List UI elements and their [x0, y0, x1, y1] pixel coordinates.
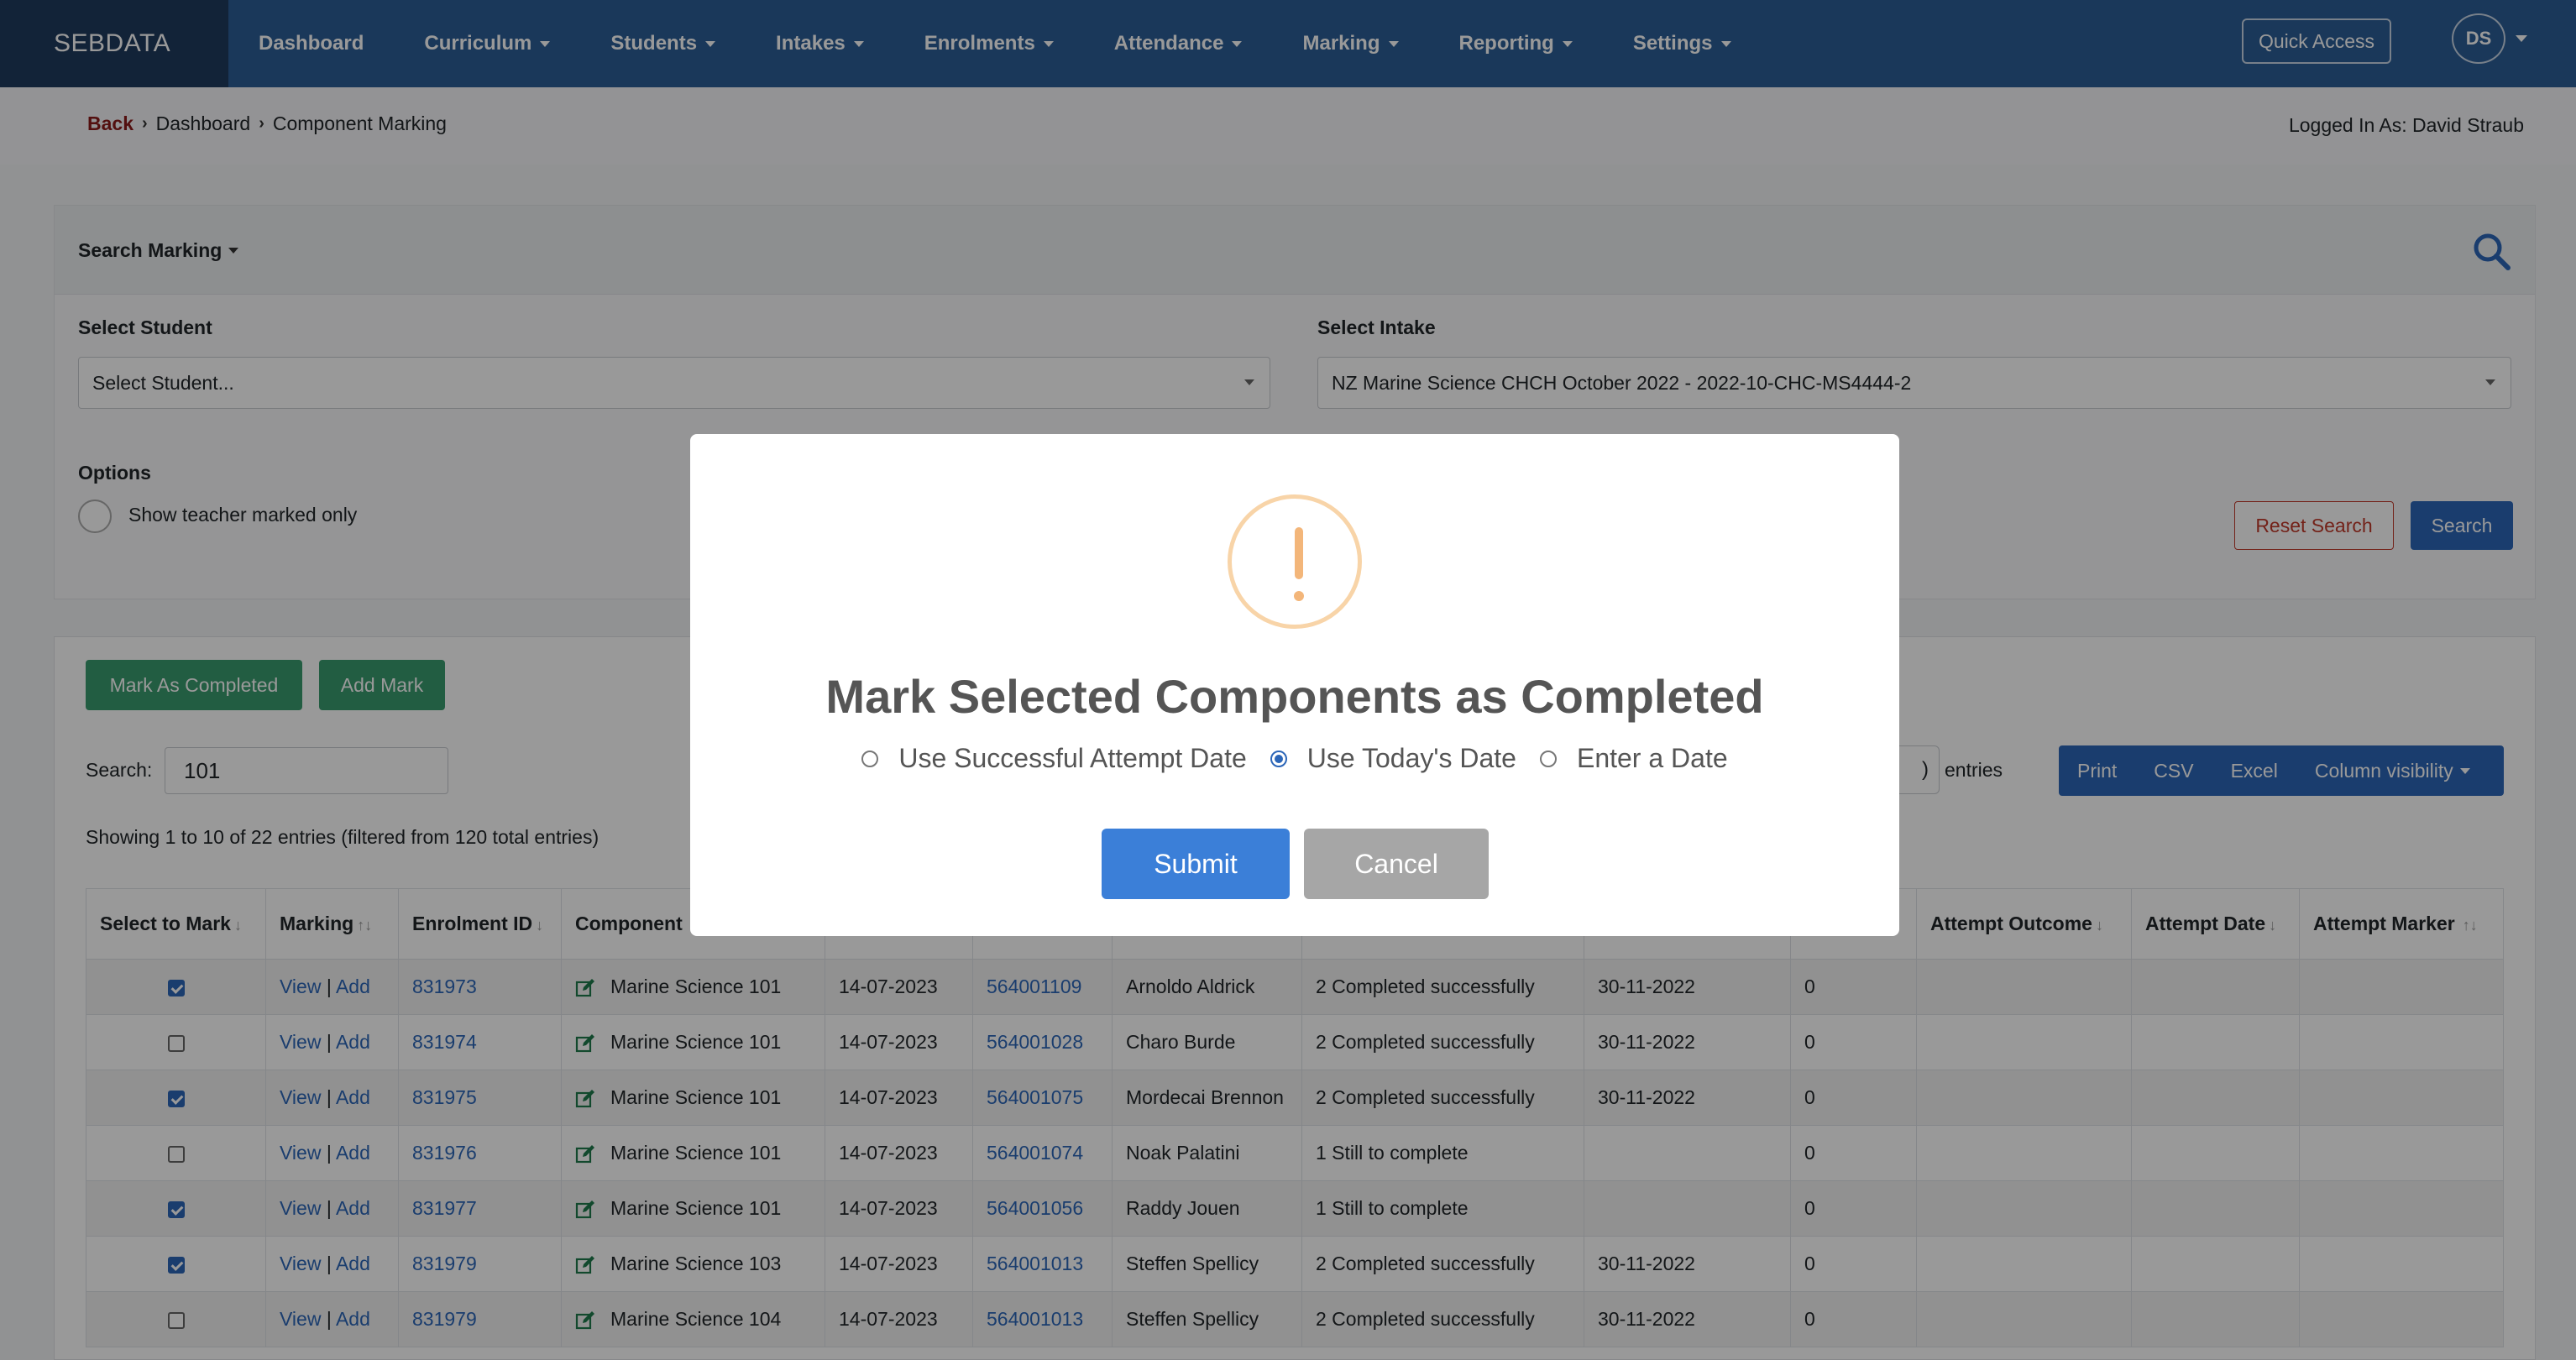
- date-option-2[interactable]: Use Today's Date: [1270, 743, 1516, 774]
- submit-button[interactable]: Submit: [1102, 829, 1290, 899]
- radio-button[interactable]: [1270, 750, 1287, 767]
- date-option-group: Use Successful Attempt Date Use Today's D…: [690, 743, 1899, 774]
- date-option-1[interactable]: Use Successful Attempt Date: [861, 743, 1247, 774]
- confirm-dialog: Mark Selected Components as Completed Us…: [690, 434, 1899, 936]
- warning-icon-dot: [1294, 591, 1304, 601]
- date-option-3[interactable]: Enter a Date: [1539, 743, 1728, 774]
- dialog-title: Mark Selected Components as Completed: [825, 670, 1764, 723]
- cancel-button[interactable]: Cancel: [1304, 829, 1489, 899]
- date-option-label: Use Today's Date: [1306, 743, 1516, 773]
- date-option-label: Enter a Date: [1576, 743, 1728, 773]
- date-option-label: Use Successful Attempt Date: [898, 743, 1247, 773]
- radio-button[interactable]: [1539, 750, 1557, 767]
- warning-icon: [1228, 494, 1362, 629]
- radio-button[interactable]: [861, 750, 879, 767]
- warning-icon-bar: [1295, 527, 1303, 579]
